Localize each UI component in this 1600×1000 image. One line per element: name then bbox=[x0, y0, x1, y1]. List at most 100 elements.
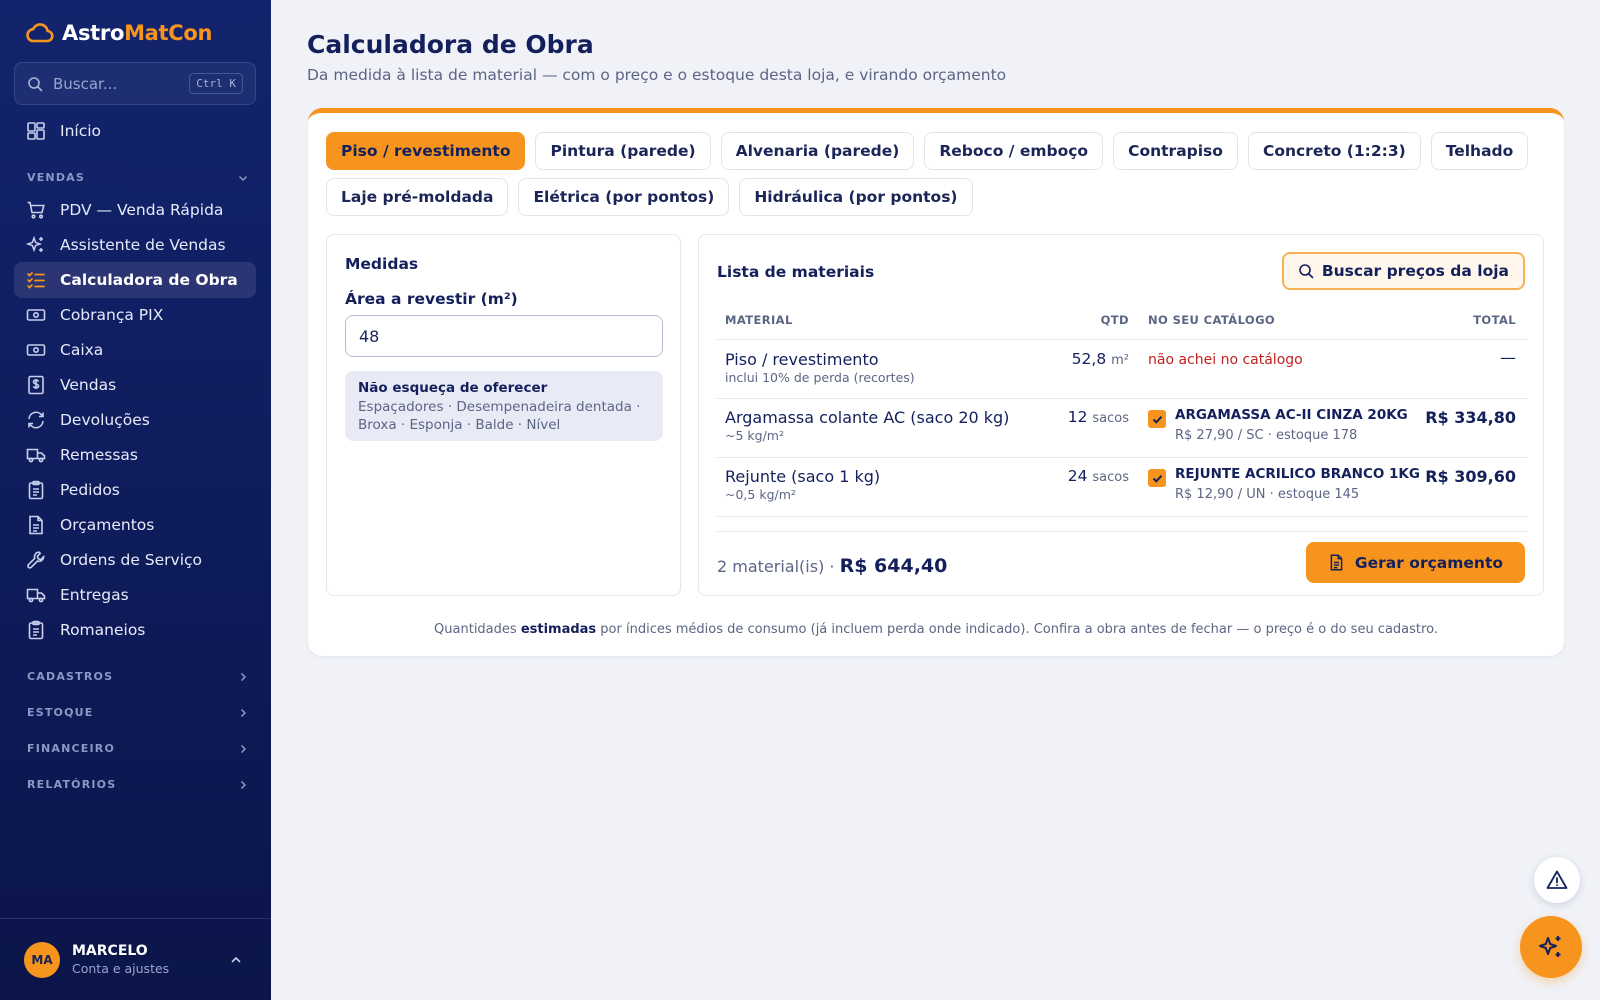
sidebar-item-orcamentos[interactable]: Orçamentos bbox=[14, 507, 256, 543]
tabs-row-2: Laje pré-moldada Elétrica (por pontos) H… bbox=[326, 178, 973, 216]
header-material: MATERIAL bbox=[725, 313, 793, 327]
avatar: MA bbox=[24, 941, 60, 978]
alert-button[interactable] bbox=[1534, 857, 1580, 903]
chevron-up-icon bbox=[231, 956, 241, 963]
banknote-icon bbox=[26, 344, 46, 356]
search-placeholder: Buscar... bbox=[53, 74, 118, 93]
tab-telhado[interactable]: Telhado bbox=[1430, 132, 1529, 170]
sidebar-item-label: Assistente de Vendas bbox=[60, 236, 226, 254]
row-total: R$ 334,80 bbox=[1425, 408, 1516, 427]
tab-hidraulica[interactable]: Hidráulica (por pontos) bbox=[739, 178, 973, 216]
tab-alvenaria[interactable]: Alvenaria (parede) bbox=[720, 132, 915, 170]
user-subtitle: Conta e ajustes bbox=[72, 961, 170, 976]
material-note: ~5 kg/m² bbox=[725, 428, 784, 443]
chevron-right-icon bbox=[240, 744, 247, 753]
sidebar-item-assistente[interactable]: Assistente de Vendas bbox=[14, 227, 256, 263]
chevron-right-icon bbox=[240, 708, 247, 717]
tab-eletrica[interactable]: Elétrica (por pontos) bbox=[518, 178, 730, 216]
upsell-tip: Não esqueça de oferecer Espaçadores · De… bbox=[345, 371, 663, 441]
measures-title: Medidas bbox=[345, 255, 419, 273]
material-qty: 52,8 m² bbox=[1071, 350, 1129, 368]
section-estoque[interactable]: ESTOQUE bbox=[27, 706, 249, 719]
materials-title: Lista de materiais bbox=[717, 263, 875, 281]
search-input[interactable]: Buscar... Ctrl K bbox=[14, 62, 256, 105]
sidebar-item-label: Pedidos bbox=[60, 481, 120, 499]
banknote-icon bbox=[26, 309, 46, 321]
tab-piso[interactable]: Piso / revestimento bbox=[326, 132, 526, 170]
catalog-product-name: REJUNTE ACRILICO BRANCO 1KG bbox=[1175, 466, 1420, 482]
cloud-icon bbox=[26, 23, 54, 43]
sidebar-item-pix[interactable]: Cobrança PIX bbox=[14, 297, 256, 333]
header-total: TOTAL bbox=[1473, 313, 1516, 327]
catalog-checkbox[interactable] bbox=[1148, 469, 1166, 487]
sidebar-item-ordens[interactable]: Ordens de Serviço bbox=[14, 542, 256, 578]
catalog-checkbox[interactable] bbox=[1148, 410, 1166, 428]
warning-icon bbox=[1546, 870, 1568, 889]
tab-reboco[interactable]: Reboco / emboço bbox=[924, 132, 1104, 170]
sidebar-item-caixa[interactable]: Caixa bbox=[14, 332, 256, 368]
truck-icon bbox=[26, 448, 46, 463]
list-check-icon bbox=[27, 272, 45, 289]
brand-name: AstroMatCon bbox=[62, 21, 213, 45]
search-icon bbox=[1299, 264, 1314, 279]
sparkles-icon bbox=[1539, 936, 1561, 957]
sidebar-item-romaneios[interactable]: Romaneios bbox=[14, 612, 256, 648]
tab-pintura[interactable]: Pintura (parede) bbox=[535, 132, 711, 170]
divider bbox=[717, 339, 1527, 340]
document-icon bbox=[29, 515, 43, 535]
sidebar-item-remessas[interactable]: Remessas bbox=[14, 437, 256, 473]
materials-panel: Lista de materiais Buscar preços da loja… bbox=[698, 234, 1544, 596]
ai-assistant-button[interactable] bbox=[1520, 916, 1582, 978]
sidebar-item-devolucoes[interactable]: Devoluções bbox=[14, 402, 256, 438]
area-input[interactable]: 48 bbox=[345, 315, 663, 357]
sidebar-item-label: Calculadora de Obra bbox=[60, 271, 238, 289]
refresh-icon bbox=[28, 411, 44, 429]
sparkles-icon bbox=[26, 235, 43, 253]
truck-icon bbox=[26, 588, 46, 603]
sidebar-item-entregas[interactable]: Entregas bbox=[14, 577, 256, 613]
materials-summary: 2 material(is) · R$ 644,40 bbox=[717, 555, 948, 577]
tab-laje[interactable]: Laje pré-moldada bbox=[326, 178, 509, 216]
sidebar-item-label: Caixa bbox=[60, 341, 104, 359]
sidebar-item-inicio[interactable]: Início bbox=[14, 113, 256, 149]
sidebar-item-label: Remessas bbox=[60, 446, 138, 464]
document-icon bbox=[1330, 554, 1343, 571]
sidebar-item-label: Romaneios bbox=[60, 621, 146, 639]
tip-body: Espaçadores · Desempenadeira dentada · B… bbox=[358, 399, 641, 433]
brand-logo[interactable]: AstroMatCon bbox=[24, 20, 212, 46]
material-note: ~0,5 kg/m² bbox=[725, 487, 796, 502]
clipboard-icon bbox=[28, 480, 44, 500]
material-name: Rejunte (saco 1 kg) bbox=[725, 467, 881, 486]
material-note: inclui 10% de perda (recortes) bbox=[725, 370, 915, 385]
catalog-product-name: ARGAMASSA AC-II CINZA 20KG bbox=[1175, 407, 1408, 423]
receipt-dollar-icon bbox=[28, 375, 44, 395]
section-vendas[interactable]: VENDAS bbox=[27, 171, 249, 184]
search-prices-button[interactable]: Buscar preços da loja bbox=[1281, 252, 1525, 290]
material-name: Piso / revestimento bbox=[725, 350, 879, 369]
section-financeiro[interactable]: FINANCEIRO bbox=[27, 742, 249, 755]
generate-quote-button[interactable]: Gerar orçamento bbox=[1305, 542, 1525, 583]
tab-contrapiso[interactable]: Contrapiso bbox=[1113, 132, 1238, 170]
chevron-right-icon bbox=[240, 672, 247, 681]
section-cadastros[interactable]: CADASTROS bbox=[27, 670, 249, 683]
material-name: Argamassa colante AC (saco 20 kg) bbox=[725, 408, 1010, 427]
tip-title: Não esqueça de oferecer bbox=[358, 380, 548, 396]
sidebar-item-label: Início bbox=[60, 122, 102, 140]
row-total: R$ 309,60 bbox=[1425, 467, 1516, 486]
sidebar-item-vendas[interactable]: Vendas bbox=[14, 367, 256, 403]
user-menu[interactable]: MA MARCELO Conta e ajustes bbox=[0, 918, 271, 1000]
sidebar-item-label: Orçamentos bbox=[60, 516, 155, 534]
chevron-right-icon bbox=[240, 780, 247, 789]
sidebar-item-label: Vendas bbox=[60, 376, 117, 394]
measures-panel: Medidas Área a revestir (m²) 48 Não esqu… bbox=[326, 234, 681, 596]
sidebar-item-pedidos[interactable]: Pedidos bbox=[14, 472, 256, 508]
row-total: — bbox=[1500, 348, 1516, 367]
divider bbox=[717, 516, 1527, 517]
sidebar-item-calculadora[interactable]: Calculadora de Obra bbox=[14, 262, 256, 298]
tab-concreto[interactable]: Concreto (1:2:3) bbox=[1247, 132, 1421, 170]
catalog-product-info: R$ 27,90 / SC · estoque 178 bbox=[1175, 428, 1358, 443]
section-relatorios[interactable]: RELATÓRIOS bbox=[27, 778, 249, 791]
sidebar-item-pdv[interactable]: PDV — Venda Rápida bbox=[14, 192, 256, 228]
shortcut-badge: Ctrl K bbox=[189, 73, 243, 94]
user-name: MARCELO bbox=[72, 943, 148, 959]
